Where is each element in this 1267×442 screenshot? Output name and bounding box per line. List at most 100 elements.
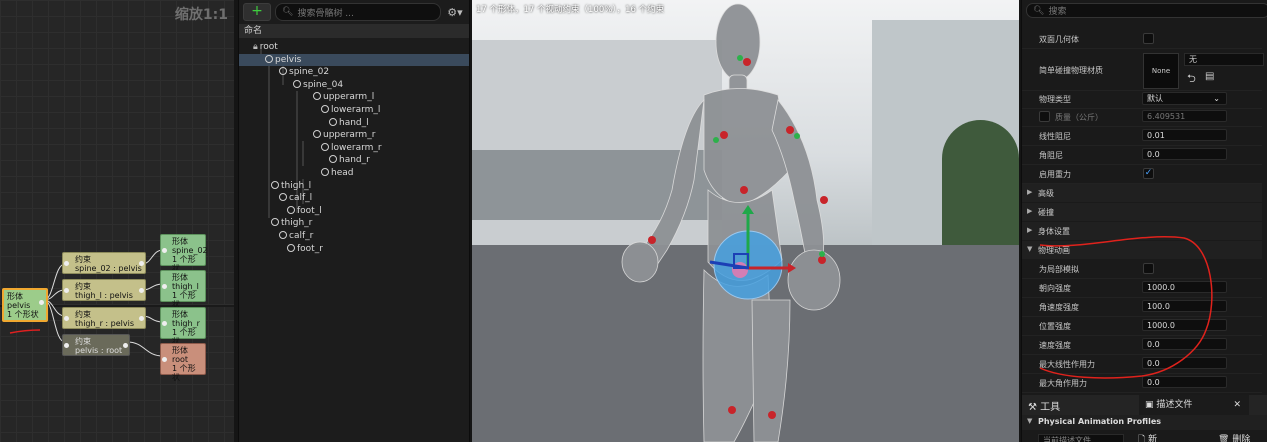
bone-row-upperarm-r[interactable]: upperarm_r xyxy=(239,129,469,142)
input-pin[interactable] xyxy=(162,284,167,289)
tools-tab[interactable]: ⚒︎ 工具 xyxy=(1028,398,1060,413)
category-advanced[interactable]: ▶ 高级 xyxy=(1022,184,1262,202)
bone-row-hand-r[interactable]: hand_r xyxy=(239,154,469,167)
body-node-spine02[interactable]: 形体 spine_02 1 个形状 xyxy=(160,234,208,273)
category-label: 身体设置 xyxy=(1038,227,1070,236)
3d-viewport[interactable]: 17 个形体，17 个视动约束（100%），16 个约束 xyxy=(472,0,1019,442)
close-icon[interactable]: ✕ xyxy=(1233,395,1241,415)
bone-row-root[interactable]: 🔒︎ root xyxy=(239,41,469,54)
bone-row-lowerarm-l[interactable]: lowerarm_l xyxy=(239,104,469,117)
prop-max-angular-force: 最大角作用力 0.0 xyxy=(1022,374,1262,393)
delete-profile-button[interactable]: 🗑︎ 删除 xyxy=(1218,432,1250,442)
bone-label: upperarm_r xyxy=(323,130,376,141)
node-name: root xyxy=(172,355,189,364)
constraint-node-thigh-r[interactable]: 约束 thigh_r : pelvis xyxy=(62,307,146,329)
details-search-input[interactable]: 🔍︎ 搜索 xyxy=(1026,3,1267,18)
angular-velocity-strength-input[interactable]: 100.0 xyxy=(1142,300,1227,312)
bone-row-pelvis[interactable]: pelvis xyxy=(239,53,469,67)
node-name: thigh_l : pelvis xyxy=(75,291,133,300)
category-collision[interactable]: ▶ 碰撞 xyxy=(1022,203,1262,221)
add-button[interactable]: + xyxy=(243,3,271,21)
material-thumbnail[interactable]: None xyxy=(1143,53,1179,89)
input-pin[interactable] xyxy=(162,248,167,253)
input-pin[interactable] xyxy=(64,343,69,348)
category-label: 物理动画 xyxy=(1038,246,1070,255)
bone-tree-list: 🔒︎ root pelvis spine_02 spine_04 upperarm_l lo… xyxy=(239,38,469,255)
constraint-node-root[interactable]: 约束 pelvis : root xyxy=(62,334,130,356)
current-profile-dropdown[interactable]: 当前描述文件 xyxy=(1038,434,1124,442)
body-node-thigh-l[interactable]: 形体 thigh_l 1 个形状 xyxy=(160,270,206,309)
bone-row-spine-04[interactable]: spine_04 xyxy=(239,79,469,92)
prop-max-linear-force: 最大线性作用力 0.0 xyxy=(1022,355,1262,374)
category-physical-animation[interactable]: ▼ 物理动画 xyxy=(1022,241,1262,259)
bone-icon xyxy=(271,218,279,227)
prop-label: 物理类型 xyxy=(1039,95,1071,104)
velocity-strength-input[interactable]: 0.0 xyxy=(1142,338,1227,350)
material-picker[interactable]: 无 xyxy=(1184,53,1264,66)
input-pin[interactable] xyxy=(162,357,167,362)
bone-row-calf-l[interactable]: calf_l xyxy=(239,192,469,205)
double-sided-checkbox[interactable] xyxy=(1143,33,1154,44)
category-body-setup[interactable]: ▶ 身体设置 xyxy=(1022,222,1262,240)
bone-row-thigh-r[interactable]: thigh_r xyxy=(239,217,469,230)
bone-label: thigh_r xyxy=(281,218,313,229)
constraint-node-spine02[interactable]: 约束 spine_02 : pelvis xyxy=(62,252,146,274)
max-angular-force-input[interactable]: 0.0 xyxy=(1142,376,1227,388)
physics-type-dropdown[interactable]: 默认 ⌄ xyxy=(1142,92,1227,105)
local-simulation-checkbox[interactable] xyxy=(1143,263,1154,274)
max-linear-force-input[interactable]: 0.0 xyxy=(1142,357,1227,369)
position-strength-input[interactable]: 1000.0 xyxy=(1142,319,1227,331)
body-node-root[interactable]: 形体 root 1 个形状 xyxy=(160,343,206,382)
search-icon: 🔍︎ xyxy=(282,7,294,17)
bone-row-hand-l[interactable]: hand_l xyxy=(239,117,469,130)
output-pin[interactable] xyxy=(139,316,144,321)
mass-input[interactable]: 6.409531 xyxy=(1142,110,1227,122)
bone-icon xyxy=(287,243,295,252)
input-pin[interactable] xyxy=(64,288,69,293)
node-name: thigh_r xyxy=(172,319,200,328)
prop-orientation-strength: 朝向强度 1000.0 xyxy=(1022,279,1262,298)
linear-damping-input[interactable]: 0.01 xyxy=(1142,129,1227,141)
output-pin[interactable] xyxy=(39,300,44,305)
bone-icon xyxy=(313,130,321,139)
body-node-pelvis[interactable]: 形体 pelvis 1 个形状 xyxy=(2,288,48,322)
profiles-header-bar[interactable]: ▼ Physical Animation Profiles xyxy=(1022,415,1267,430)
bone-icon xyxy=(271,180,279,189)
bone-row-foot-r[interactable]: foot_r xyxy=(239,243,469,256)
orientation-strength-input[interactable]: 1000.0 xyxy=(1142,281,1227,293)
enable-gravity-checkbox[interactable]: ✓ xyxy=(1143,168,1154,179)
bone-row-thigh-l[interactable]: thigh_l xyxy=(239,180,469,193)
use-selected-icon[interactable]: ⮌ xyxy=(1187,70,1196,89)
bone-icon xyxy=(279,67,287,76)
output-pin[interactable] xyxy=(139,261,144,266)
prop-label: 速度强度 xyxy=(1039,341,1071,350)
input-pin[interactable] xyxy=(64,261,69,266)
body-node-thigh-r[interactable]: 形体 thigh_r 1 个形状 xyxy=(160,307,206,346)
browse-folder-icon[interactable]: ▤ xyxy=(1205,71,1214,82)
prop-double-sided: 双面几何体 xyxy=(1022,30,1262,49)
output-pin[interactable] xyxy=(123,343,128,348)
node-name: spine_02 : pelvis xyxy=(75,264,142,273)
bone-row-spine-02[interactable]: spine_02 xyxy=(239,66,469,79)
profile-tab[interactable]: ▣ 描述文件 ✕ xyxy=(1139,395,1249,415)
bone-row-upperarm-l[interactable]: upperarm_l xyxy=(239,91,469,104)
bone-row-calf-r[interactable]: calf_r xyxy=(239,230,469,243)
new-profile-button[interactable]: 🗋︎ 新 xyxy=(1138,432,1157,442)
bone-icon xyxy=(293,79,301,88)
skeleton-search-input[interactable]: 🔍︎ 搜索骨骼树 ... xyxy=(275,3,441,21)
bone-row-foot-l[interactable]: foot_l xyxy=(239,205,469,218)
angular-damping-input[interactable]: 0.0 xyxy=(1142,148,1227,160)
output-pin[interactable] xyxy=(139,288,144,293)
bone-row-head[interactable]: head xyxy=(239,167,469,180)
column-header-name: 命名 xyxy=(239,24,469,38)
bone-label: root xyxy=(259,42,278,52)
mass-override-checkbox[interactable] xyxy=(1039,111,1050,122)
settings-gear-icon[interactable]: ⚙▾ xyxy=(445,6,465,19)
search-placeholder: 搜索骨骼树 ... xyxy=(297,8,354,19)
input-pin[interactable] xyxy=(64,316,69,321)
input-pin[interactable] xyxy=(162,321,167,326)
constraint-node-thigh-l[interactable]: 约束 thigh_l : pelvis xyxy=(62,279,146,301)
constraint-graph-panel[interactable]: 缩放1:1 形体 pelvis 1 个形状 约束 spine_02 : pelv… xyxy=(0,0,234,442)
bone-row-lowerarm-r[interactable]: lowerarm_r xyxy=(239,142,469,155)
prop-label: 位置强度 xyxy=(1039,322,1071,331)
